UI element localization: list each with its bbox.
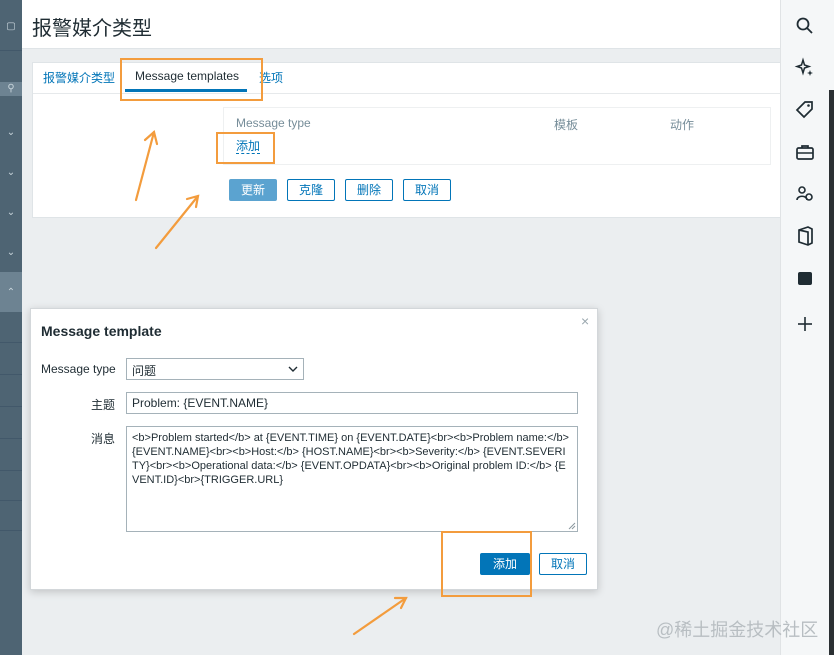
tab-media-type[interactable]: 报警媒介类型 (43, 69, 115, 86)
annotation-box-tab (120, 58, 263, 101)
cancel-button[interactable]: 取消 (403, 179, 451, 201)
message-textarea[interactable]: <b>Problem started</b> at {EVENT.TIME} o… (126, 426, 578, 532)
chevron-down-icon[interactable]: ⌄ (0, 166, 22, 180)
browser-sidebar (780, 0, 834, 655)
subject-label: 主题 (91, 398, 116, 412)
page-header: 报警媒介类型 (22, 0, 780, 49)
square-icon[interactable] (793, 266, 817, 290)
search-icon[interactable] (793, 14, 817, 38)
annotation-box-add-button (441, 531, 532, 597)
message-type-label: Message type (41, 362, 116, 376)
sidebar-edge (829, 90, 834, 655)
nav-divider (0, 374, 22, 375)
chevron-down-icon[interactable]: ⌄ (0, 206, 22, 220)
message-type-value: 问题 (132, 364, 157, 378)
message-value: <b>Problem started</b> at {EVENT.TIME} o… (132, 432, 569, 486)
nav-item-icon[interactable]: ▢ (0, 20, 22, 34)
annotation-box-add-link (216, 132, 275, 164)
chevron-up-icon[interactable]: ⌃ (0, 286, 22, 300)
nav-divider (0, 342, 22, 343)
page-title: 报警媒介类型 (32, 18, 152, 40)
delete-button[interactable]: 删除 (345, 179, 393, 201)
column-header-message-type: Message type (236, 116, 311, 130)
people-icon[interactable] (793, 182, 817, 206)
close-icon[interactable]: × (581, 313, 589, 329)
office-icon[interactable] (793, 224, 817, 248)
left-navigation: ▢ ⚲ ⌄ ⌄ ⌄ ⌄ ⌃ (0, 0, 22, 655)
resize-handle-icon[interactable] (568, 522, 576, 530)
chevron-down-icon (288, 366, 298, 372)
nav-divider (0, 50, 22, 51)
tag-icon[interactable] (793, 98, 817, 122)
column-header-action: 动作 (670, 118, 695, 132)
templates-table: Message type 模板 动作 添加 (223, 107, 771, 165)
column-header-template: 模板 (554, 118, 579, 132)
watermark: @稀土掘金技术社区 (656, 620, 819, 640)
sparkle-icon[interactable] (793, 56, 817, 80)
nav-divider (0, 438, 22, 439)
nav-divider (0, 530, 22, 531)
clone-button[interactable]: 克隆 (287, 179, 335, 201)
dialog-cancel-button[interactable]: 取消 (539, 553, 587, 575)
briefcase-icon[interactable] (793, 140, 817, 164)
nav-divider (0, 406, 22, 407)
plus-icon[interactable] (793, 312, 817, 336)
message-type-select[interactable]: 问题 (126, 358, 304, 380)
nav-divider (0, 470, 22, 471)
chevron-down-icon[interactable]: ⌄ (0, 246, 22, 260)
nav-search-icon[interactable]: ⚲ (0, 82, 22, 96)
update-button[interactable]: 更新 (229, 179, 277, 201)
message-label: 消息 (91, 432, 116, 446)
nav-divider (0, 500, 22, 501)
subject-input[interactable]: Problem: {EVENT.NAME} (126, 392, 578, 414)
chevron-down-icon[interactable]: ⌄ (0, 126, 22, 140)
subject-value: Problem: {EVENT.NAME} (132, 396, 269, 410)
dialog-title: Message template (41, 323, 162, 339)
